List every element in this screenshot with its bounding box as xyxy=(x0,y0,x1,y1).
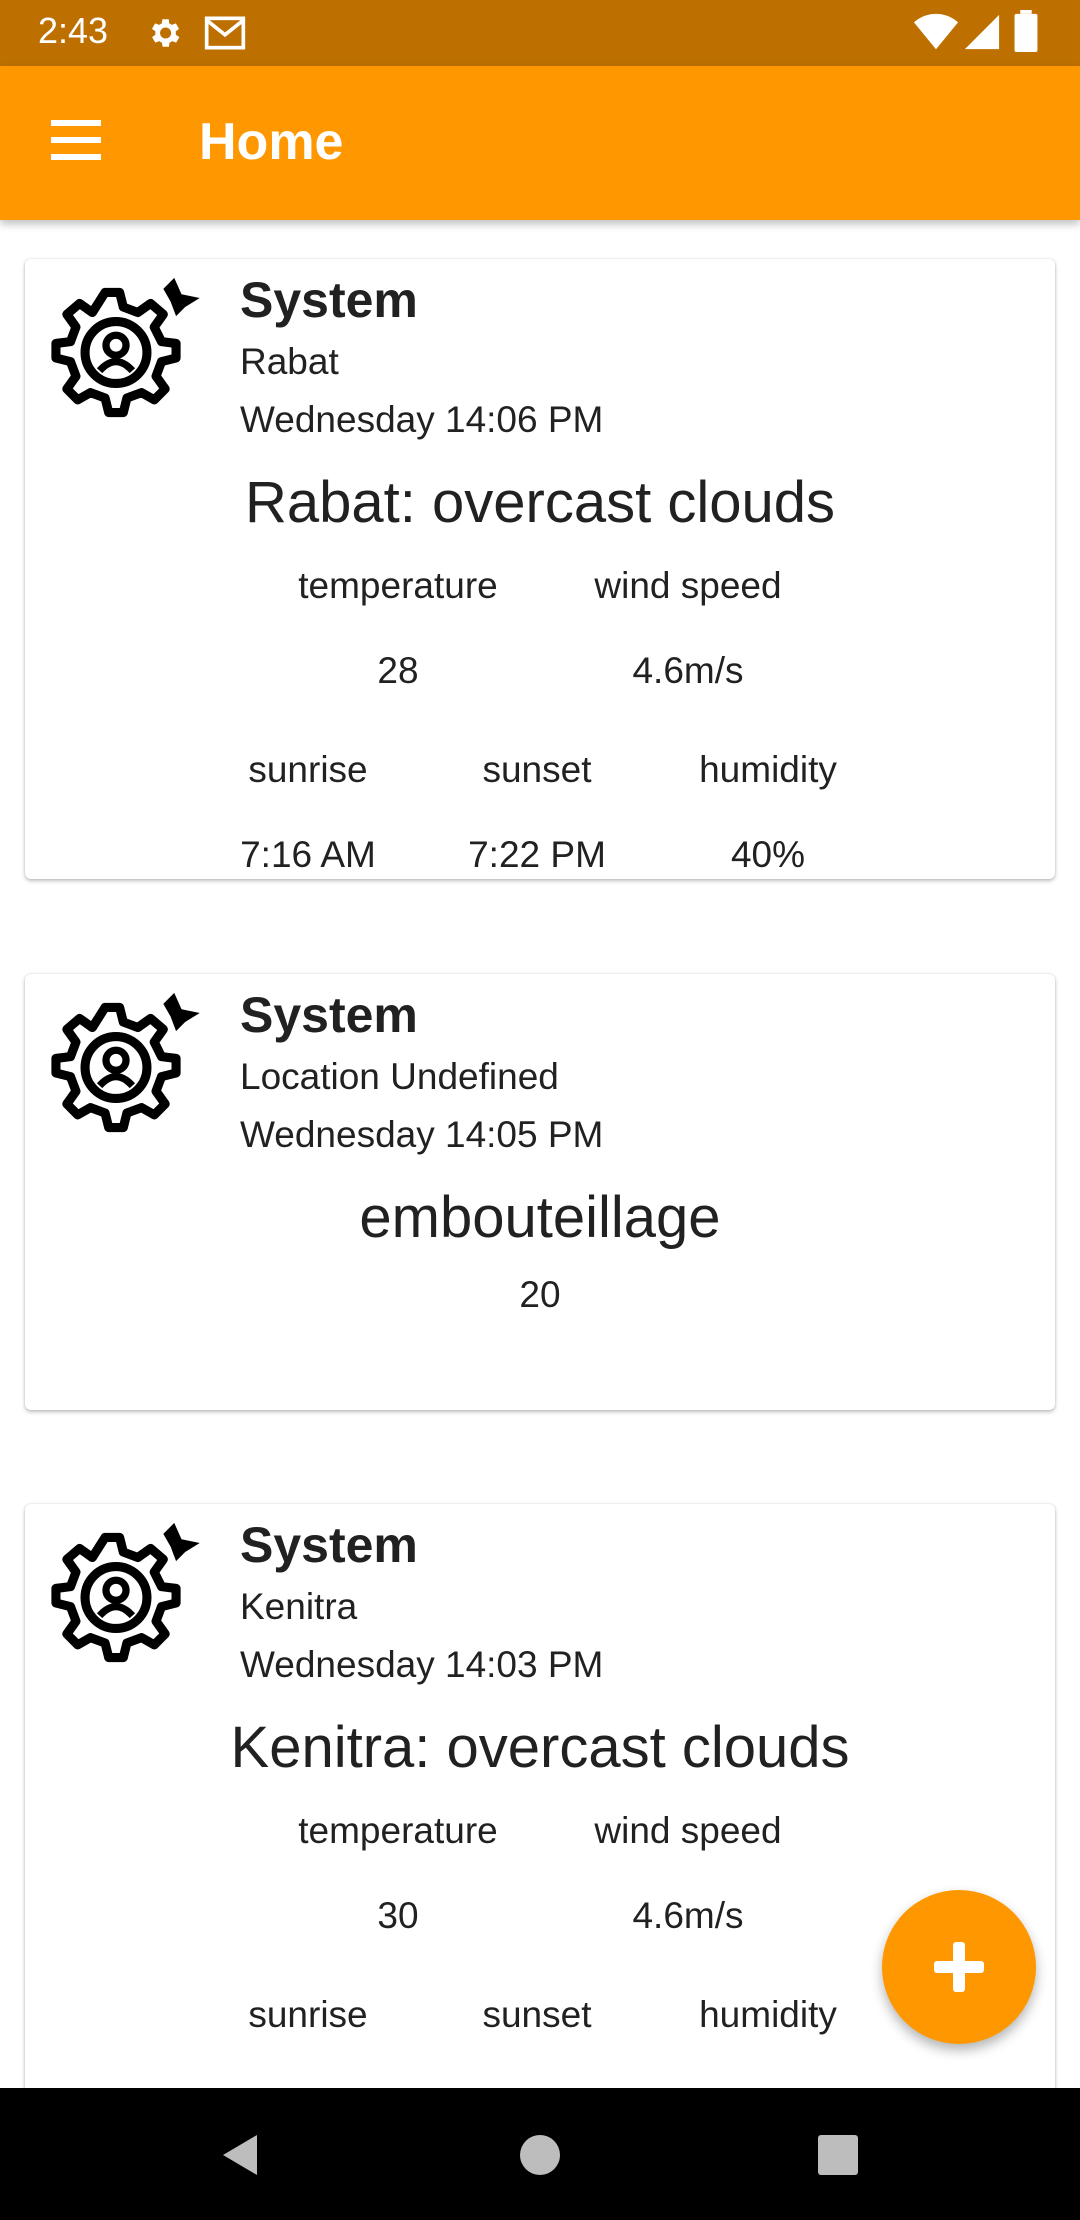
humidity-label: humidity xyxy=(699,1994,837,2035)
event-card[interactable]: System Location Undefined Wednesday 14:0… xyxy=(25,974,1055,1410)
wind-speed-label: wind speed xyxy=(594,1810,782,1851)
sunrise-label: sunrise xyxy=(248,749,368,790)
sunrise-label: sunrise xyxy=(248,1994,368,2035)
card-timestamp: Wednesday 14:03 PM xyxy=(240,1644,604,1685)
card-timestamp: Wednesday 14:05 PM xyxy=(240,1114,604,1155)
card-location: Rabat xyxy=(240,341,339,382)
status-time: 2:43 xyxy=(38,10,109,51)
sunset-label: sunset xyxy=(482,749,592,790)
humidity-value: 40% xyxy=(730,834,806,875)
temperature-label: temperature xyxy=(298,1810,498,1851)
page-title: Home xyxy=(199,113,344,171)
status-bar: 2:43 xyxy=(0,0,1080,66)
temperature-value: 30 xyxy=(377,1895,419,1936)
system-gear-user-icon xyxy=(51,992,200,1133)
system-gear-user-icon xyxy=(51,277,200,418)
system-gear-user-icon xyxy=(51,1522,200,1663)
sunset-value: 7:22 PM xyxy=(468,834,606,875)
card-location: Kenitra xyxy=(240,1586,358,1627)
card-location: Location Undefined xyxy=(240,1056,559,1097)
recents-icon[interactable] xyxy=(803,2120,873,2190)
home-icon[interactable] xyxy=(505,2120,575,2190)
add-fab-button[interactable] xyxy=(882,1890,1036,2044)
wind-speed-value: 4.6m/s xyxy=(632,650,744,691)
temperature-label: temperature xyxy=(298,565,498,606)
card-sender: System xyxy=(240,272,418,328)
wifi-icon xyxy=(913,13,959,50)
back-icon[interactable] xyxy=(205,2120,275,2190)
signal-icon xyxy=(964,14,1000,50)
weather-card[interactable]: System Rabat Wednesday 14:06 PM Rabat: o… xyxy=(25,259,1055,879)
card-heading: embouteillage xyxy=(359,1185,721,1250)
wind-speed-value: 4.6m/s xyxy=(632,1895,744,1936)
wind-speed-label: wind speed xyxy=(594,565,782,606)
gmail-icon xyxy=(204,16,246,50)
battery-icon xyxy=(1014,10,1038,52)
card-sender: System xyxy=(240,1517,418,1573)
hamburger-menu-icon[interactable] xyxy=(38,116,102,168)
card-heading: Kenitra: overcast clouds xyxy=(230,1715,850,1780)
event-value: 20 xyxy=(519,1274,561,1315)
temperature-value: 28 xyxy=(377,650,419,691)
sunset-label: sunset xyxy=(482,1994,592,2035)
gear-icon xyxy=(151,19,180,47)
card-sender: System xyxy=(240,987,418,1043)
card-heading: Rabat: overcast clouds xyxy=(245,470,835,535)
humidity-label: humidity xyxy=(699,749,837,790)
sunrise-value: 7:16 AM xyxy=(240,834,376,875)
feed[interactable]: System Rabat Wednesday 14:06 PM Rabat: o… xyxy=(0,220,1080,2088)
card-timestamp: Wednesday 14:06 PM xyxy=(240,399,604,440)
navigation-bar xyxy=(0,2088,1080,2220)
app-bar: Home xyxy=(0,66,1080,220)
